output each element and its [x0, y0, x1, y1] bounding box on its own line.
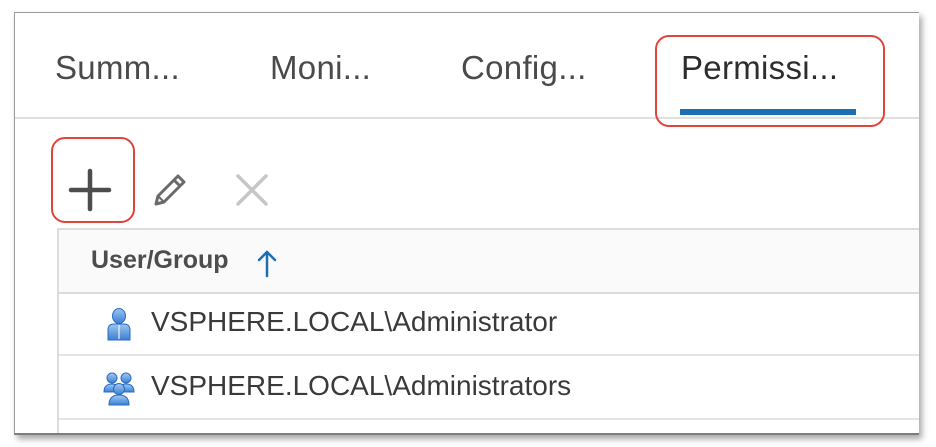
- grid-header: User/Group: [59, 230, 919, 294]
- sort-ascending-icon[interactable]: [256, 248, 278, 278]
- tab-highlight-box: [655, 35, 885, 127]
- group-icon: [103, 372, 135, 406]
- add-button-highlight-box: [51, 137, 135, 223]
- tab-configure[interactable]: Config...: [461, 49, 587, 87]
- user-group-name: VSPHERE.LOCAL\Administrators: [151, 370, 572, 401]
- user-icon: [107, 308, 131, 341]
- tab-monitor[interactable]: Moni...: [270, 49, 371, 87]
- column-header-user-group[interactable]: User/Group: [91, 246, 229, 275]
- user-group-name: VSPHERE.LOCAL\Administrator: [151, 306, 558, 337]
- delete-permission-button[interactable]: [227, 165, 277, 215]
- permissions-panel: Summ... Moni... Config... Permissi... Us…: [14, 12, 919, 435]
- table-row[interactable]: VSPHERE.LOCAL\Administrators: [59, 356, 919, 420]
- table-row[interactable]: VSPHERE.LOCAL\Administrator: [59, 292, 919, 356]
- tab-summary[interactable]: Summ...: [55, 49, 180, 87]
- edit-permission-button[interactable]: [145, 165, 195, 215]
- permissions-grid: User/Group VSPHERE.LOCAL\Administrator V…: [57, 228, 919, 433]
- x-icon: [236, 174, 268, 206]
- pencil-icon: [154, 174, 186, 206]
